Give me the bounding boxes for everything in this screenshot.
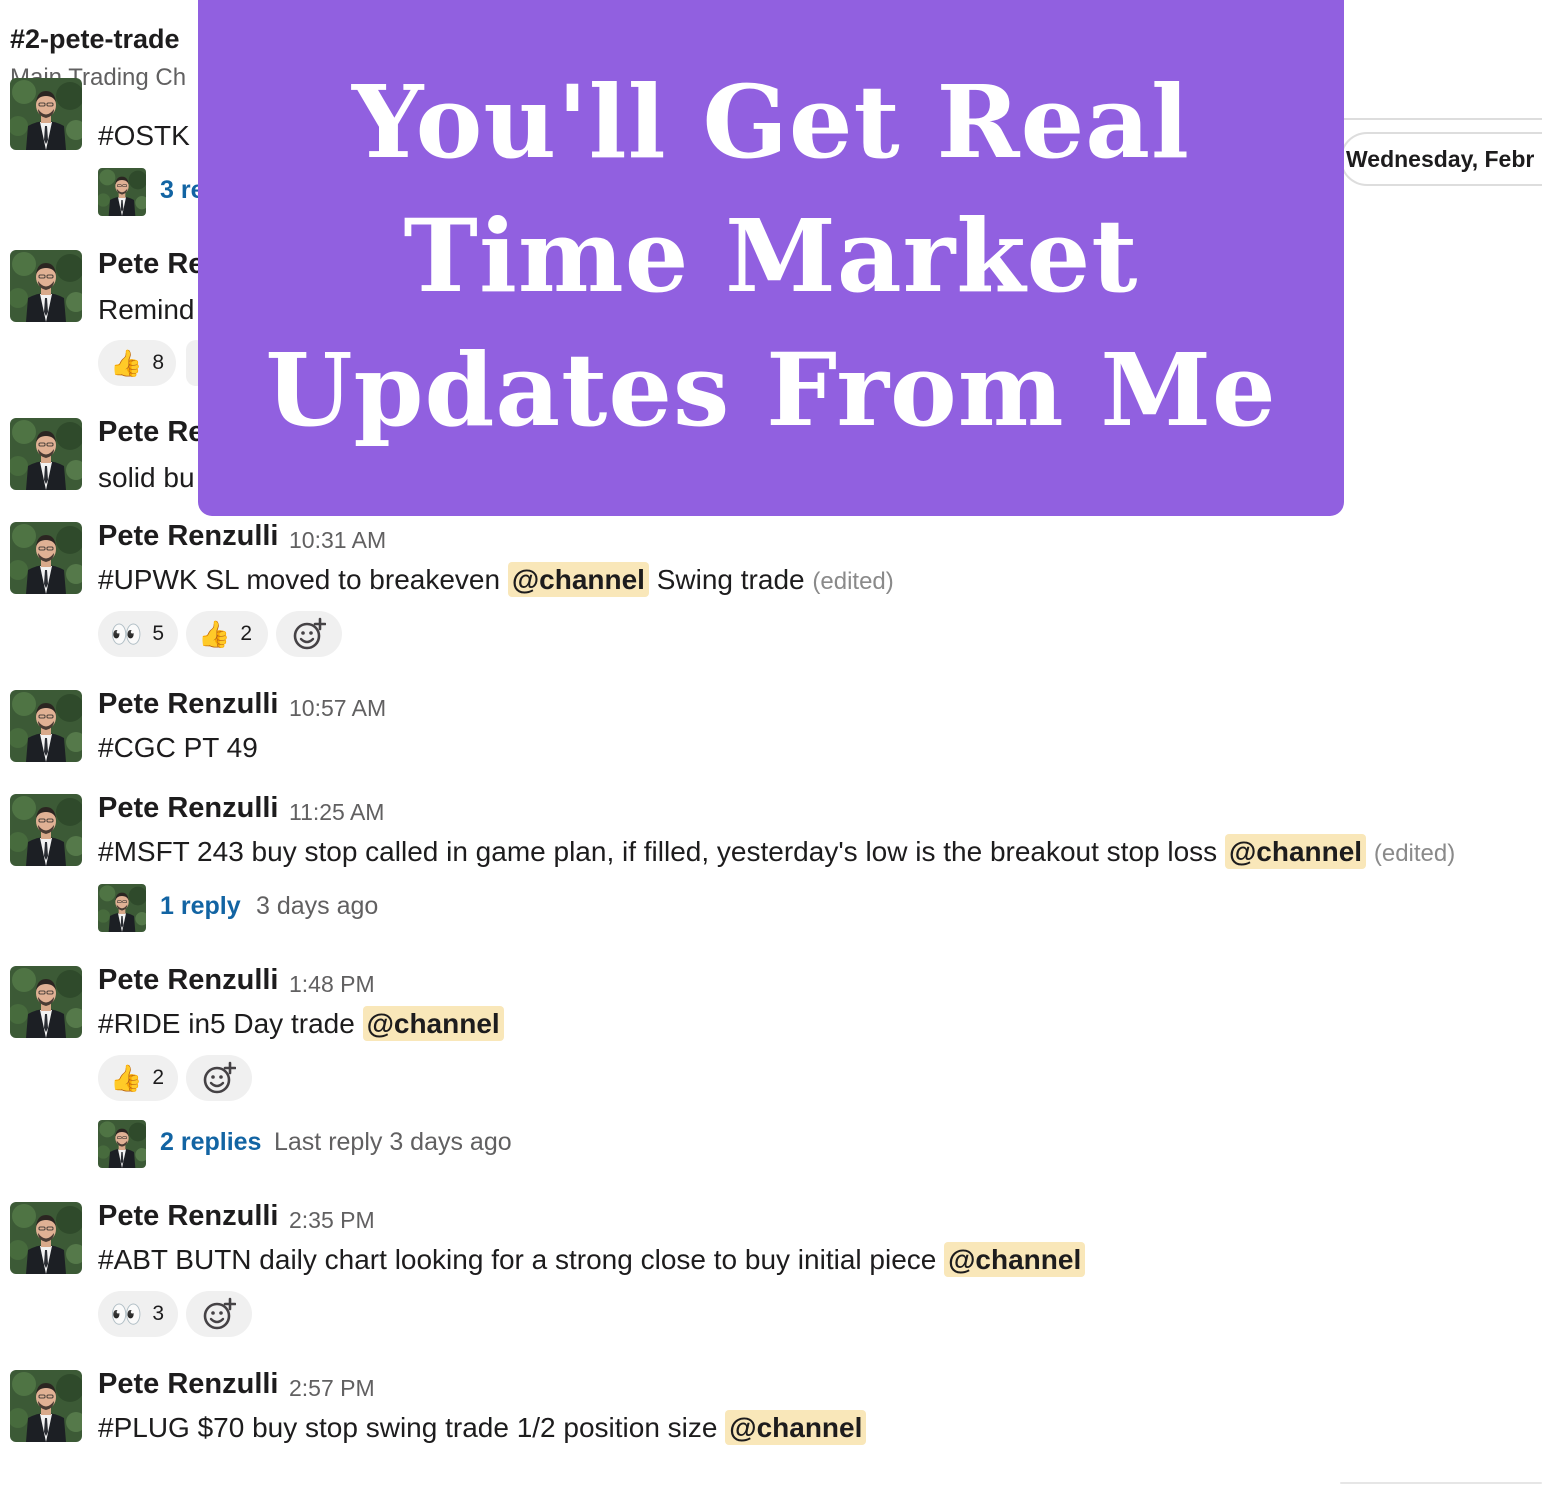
avatar[interactable] [10, 522, 82, 594]
promo-line-2: Time Market [403, 197, 1139, 315]
message-timestamp[interactable]: 2:57 PM [289, 1375, 375, 1402]
scroll-indicator [1340, 1482, 1542, 1484]
avatar[interactable] [10, 794, 82, 866]
add-reaction-button[interactable] [186, 1291, 252, 1337]
reaction-count: 5 [152, 622, 165, 645]
reaction-thumbsup[interactable]: 👍 8 [98, 340, 177, 386]
message-timestamp[interactable]: 10:57 AM [289, 695, 386, 722]
thread-last-reply: Last reply 3 days ago [274, 1128, 512, 1156]
channel-mention[interactable]: @channel [725, 1410, 867, 1445]
message-text: #UPWK SL moved to breakeven @channel Swi… [98, 562, 894, 597]
thread-avatar [98, 884, 146, 932]
thread-replies-link[interactable]: 1 reply [160, 892, 241, 921]
reaction-eyes[interactable]: 👀 3 [98, 1291, 178, 1337]
channel-mention[interactable]: @channel [1224, 834, 1367, 869]
avatar[interactable] [10, 1370, 82, 1442]
avatar[interactable] [10, 250, 82, 322]
message-author[interactable]: Pete Renzulli [98, 964, 279, 997]
channel-mention[interactable]: @channel [362, 1006, 504, 1041]
thread-replies-link[interactable]: 2 replies [160, 1128, 261, 1157]
message-text: Remind [98, 294, 195, 325]
thread-last-reply: 3 days ago [256, 892, 379, 920]
reaction-count: 2 [152, 1066, 165, 1089]
avatar[interactable] [10, 1202, 82, 1274]
reaction-thumbsup[interactable]: 👍 2 [186, 611, 268, 657]
reaction-count: 2 [240, 622, 253, 645]
message-body: #UPWK SL moved to breakeven [98, 564, 501, 595]
message-body: #PLUG $70 buy stop swing trade 1/2 posit… [98, 1412, 718, 1443]
promo-banner: You'll Get Real Time Market Updates From… [198, 0, 1344, 516]
message-author[interactable]: Pete Re [98, 248, 204, 281]
avatar[interactable] [10, 78, 82, 150]
edited-label: (edited) [812, 568, 894, 595]
thread-avatar [98, 168, 146, 216]
avatar[interactable] [10, 690, 82, 762]
message-body: #MSFT 243 buy stop called in game plan, … [98, 836, 1218, 867]
reaction-count: 8 [152, 351, 165, 374]
message-author[interactable]: Pete Re [98, 416, 204, 449]
promo-line-3: Updates From Me [265, 331, 1277, 449]
message-timestamp[interactable]: 2:35 PM [289, 1207, 375, 1234]
thumbs-up-icon: 👍 [110, 1063, 143, 1093]
reaction-count: 3 [152, 1302, 165, 1325]
message-text: solid bu [98, 462, 195, 493]
message-text: #ABT BUTN daily chart looking for a stro… [98, 1242, 1086, 1277]
thumbs-up-icon: 👍 [110, 348, 143, 378]
message-text: #OSTK [98, 120, 190, 151]
avatar[interactable] [10, 966, 82, 1038]
add-reaction-button[interactable] [186, 1055, 252, 1101]
message-timestamp[interactable]: 1:48 PM [289, 971, 375, 998]
message-timestamp[interactable]: 10:31 AM [289, 527, 386, 554]
reaction-thumbsup[interactable]: 👍 2 [98, 1055, 178, 1101]
thread-avatar [98, 1120, 146, 1168]
eyes-icon: 👀 [110, 619, 143, 649]
date-divider[interactable]: Wednesday, Febr [1340, 132, 1542, 186]
message-text: #RIDE in5 Day trade @channel [98, 1006, 504, 1041]
avatar[interactable] [10, 418, 82, 490]
edited-label: (edited) [1373, 840, 1456, 867]
message-text: #MSFT 243 buy stop called in game plan, … [98, 834, 1456, 869]
message-author[interactable]: Pete Renzulli [98, 1200, 279, 1233]
message-timestamp[interactable]: 11:25 AM [289, 799, 384, 826]
add-reaction-icon [203, 1061, 236, 1094]
eyes-icon: 👀 [110, 1299, 143, 1329]
channel-mention[interactable]: @channel [507, 562, 649, 597]
add-reaction-button[interactable] [276, 611, 342, 657]
message-author[interactable]: Pete Renzulli [98, 688, 279, 721]
message-text: #CGC PT 49 [98, 732, 258, 763]
message-body: #RIDE in5 Day trade [98, 1008, 355, 1039]
date-divider-label: Wednesday, Febr [1346, 146, 1535, 172]
add-reaction-icon [293, 617, 326, 650]
promo-line-1: You'll Get Real [351, 63, 1191, 181]
message-author[interactable]: Pete Renzulli [98, 792, 279, 825]
message-author[interactable]: Pete Renzulli [98, 520, 279, 553]
reaction-eyes[interactable]: 👀 5 [98, 611, 178, 657]
add-reaction-icon [203, 1297, 236, 1330]
thumbs-up-icon: 👍 [198, 619, 231, 649]
message-body: #ABT BUTN daily chart looking for a stro… [98, 1244, 937, 1275]
message-author[interactable]: Pete Renzulli [98, 1368, 279, 1401]
message-text: #PLUG $70 buy stop swing trade 1/2 posit… [98, 1410, 867, 1445]
divider-line [1340, 118, 1542, 120]
channel-mention[interactable]: @channel [944, 1242, 1086, 1277]
channel-name[interactable]: #2-pete-trade [10, 24, 180, 55]
message-body-tail: Swing trade [656, 564, 805, 595]
